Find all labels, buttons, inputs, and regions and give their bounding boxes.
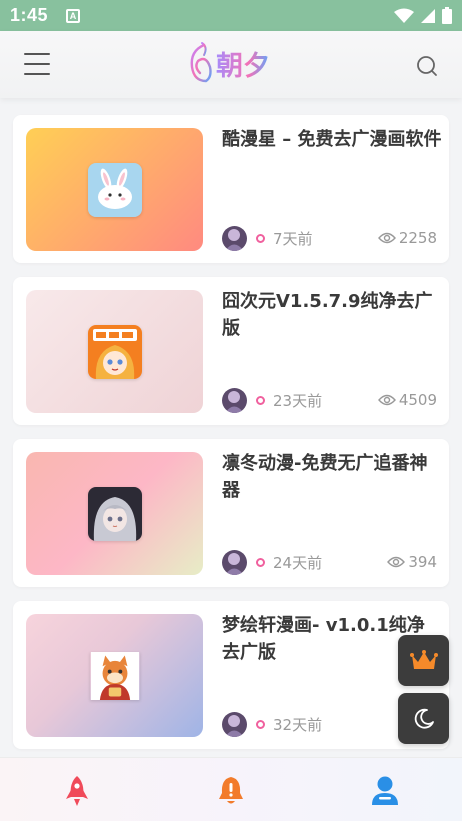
view-count: 4509 (377, 391, 437, 409)
status-dot (256, 233, 265, 243)
app-header: 朝夕 (0, 31, 462, 98)
status-time: 1:45 (10, 5, 49, 25)
post-time: 7天前 (273, 229, 313, 248)
post-card[interactable]: 凛冬动漫-免费无广追番神器 24天前 394 (13, 439, 449, 587)
author-avatar[interactable] (222, 711, 247, 737)
post-card[interactable]: 酷漫星 – 免费去广漫画软件 7天前 2258 (13, 115, 449, 263)
post-thumbnail[interactable] (26, 128, 203, 251)
post-thumbnail[interactable] (26, 452, 203, 575)
status-dot (256, 395, 265, 405)
view-count-value: 394 (408, 553, 437, 571)
rabbit-app-icon (87, 162, 142, 217)
post-time: 32天前 (273, 715, 323, 734)
post-thumbnail[interactable] (26, 614, 203, 737)
menu-icon-bar (24, 63, 50, 65)
author-avatar[interactable] (222, 225, 247, 251)
view-count-value: 2258 (398, 229, 437, 247)
post-list: 酷漫星 – 免费去广漫画软件 7天前 2258 囧次元V1.5.7.9纯净去广版… (13, 115, 449, 763)
moon-icon (414, 708, 434, 729)
nav-notifications[interactable] (215, 774, 247, 808)
anime-app-icon (87, 324, 142, 379)
post-time: 24天前 (273, 553, 323, 572)
author-avatar[interactable] (222, 549, 247, 575)
post-title[interactable]: 凛冬动漫-免费无广追番神器 (222, 450, 442, 504)
search-icon[interactable] (416, 55, 438, 77)
nav-home[interactable] (61, 774, 93, 808)
post-title[interactable]: 酷漫星 – 免费去广漫画软件 (222, 126, 442, 153)
view-count: 394 (387, 553, 437, 571)
post-meta: 24天前 394 (222, 549, 437, 575)
menu-button[interactable] (24, 53, 50, 75)
logo-icon (190, 42, 212, 83)
fox-app-icon (90, 651, 139, 700)
anime-app-icon (87, 486, 142, 541)
nav-profile[interactable] (369, 774, 401, 808)
post-meta: 23天前 4509 (222, 387, 437, 413)
logo-text: 朝夕 (216, 44, 270, 83)
status-dot (256, 557, 265, 567)
rocket-icon (66, 776, 88, 806)
post-card[interactable]: 囧次元V1.5.7.9纯净去广版 23天前 4509 (13, 277, 449, 425)
vip-button[interactable] (398, 635, 449, 686)
post-title[interactable]: 囧次元V1.5.7.9纯净去广版 (222, 288, 442, 342)
view-count: 2258 (377, 229, 437, 247)
app-logo[interactable]: 朝夕 (186, 41, 270, 85)
wifi-icon (394, 8, 414, 23)
eye-icon (377, 394, 396, 406)
post-time: 23天前 (273, 391, 323, 410)
author-avatar[interactable] (222, 387, 247, 413)
view-count-value: 4509 (398, 391, 437, 409)
eye-icon (377, 232, 396, 244)
bell-icon (219, 777, 243, 804)
menu-icon-bar (24, 53, 50, 55)
user-icon (372, 776, 398, 805)
bottom-navigation (0, 757, 462, 821)
crown-icon (409, 649, 438, 669)
notification-icon: A (66, 8, 81, 23)
post-meta: 7天前 2258 (222, 225, 437, 251)
signal-icon (421, 8, 435, 23)
eye-icon (387, 556, 406, 568)
status-bar: 1:45 A (0, 0, 462, 31)
battery-icon (442, 7, 452, 24)
post-card[interactable]: 梦绘轩漫画- v1.0.1纯净去广版 32天前 (13, 601, 449, 749)
status-dot (256, 719, 265, 729)
theme-toggle-button[interactable] (398, 693, 449, 744)
menu-icon-bar (24, 73, 50, 75)
post-thumbnail[interactable] (26, 290, 203, 413)
